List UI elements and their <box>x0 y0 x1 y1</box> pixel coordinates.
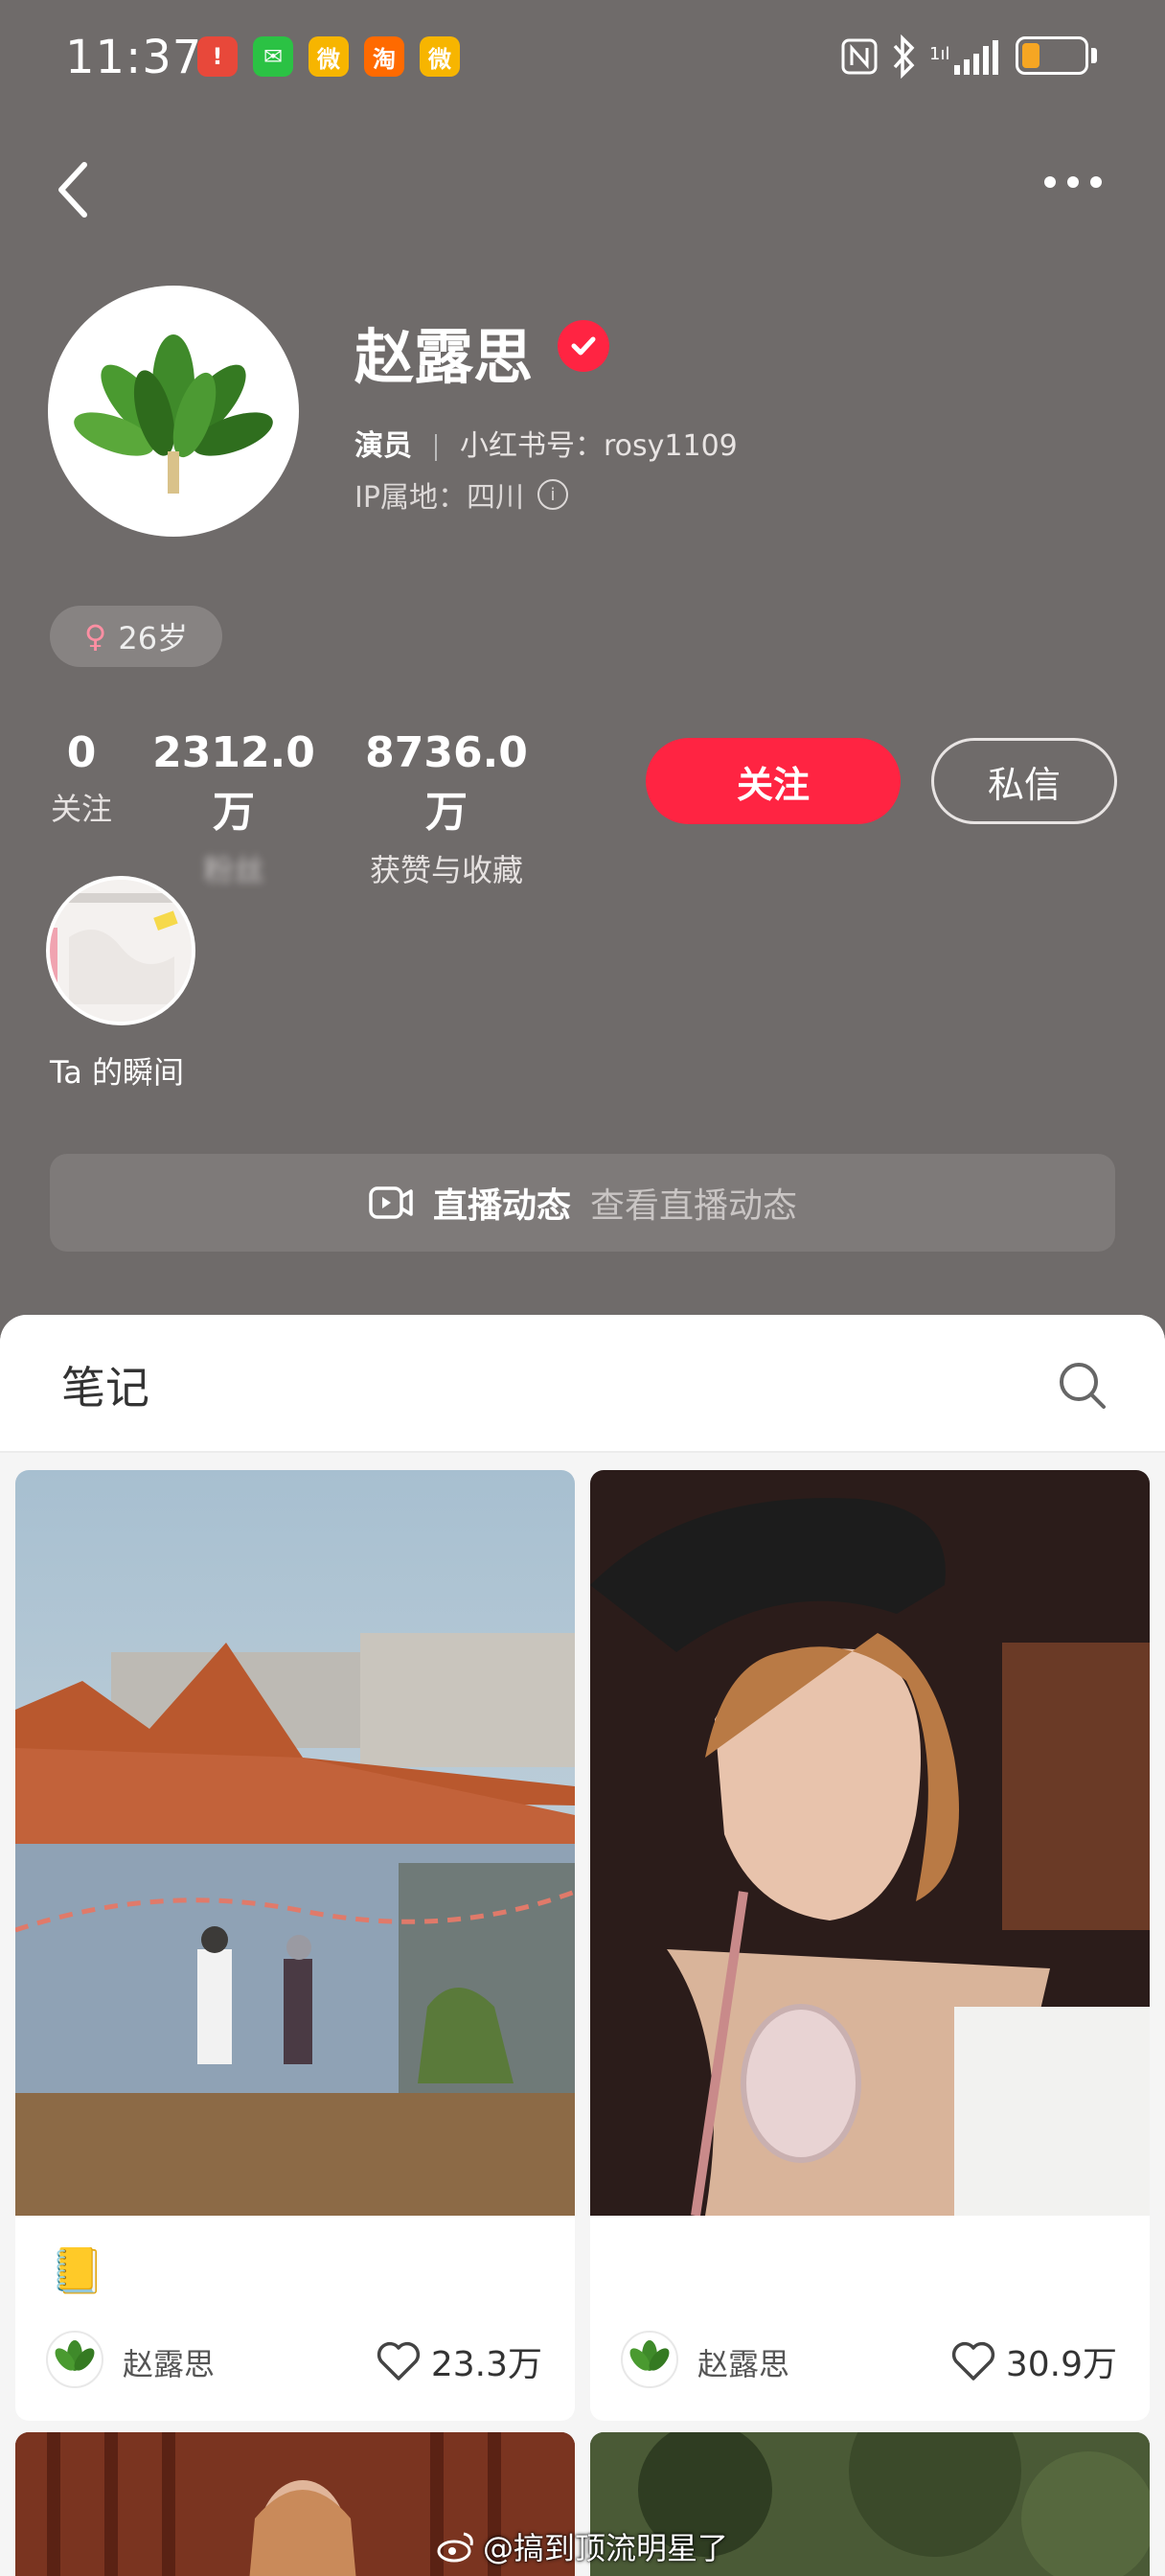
back-chevron-icon[interactable] <box>48 151 102 228</box>
stat-label: 粉丝 <box>202 852 264 888</box>
wechat-icon: ✉ <box>253 36 293 77</box>
status-time: 11:37 <box>65 31 203 84</box>
live-subtitle: 查看直播动态 <box>590 1186 798 1226</box>
status-bar: 11:37 ! ✉ 微 淘 微 1ıl <box>0 0 1165 115</box>
notes-tabbar: 笔记 <box>0 1315 1165 1453</box>
age-badge: ♀ 26岁 <box>50 606 222 667</box>
stat-label: 获赞与收藏 <box>369 852 523 888</box>
bluetooth-icon <box>893 34 915 79</box>
profile-role: 演员 <box>354 429 412 463</box>
follow-button[interactable]: 关注 <box>646 738 901 824</box>
stat-followers[interactable]: 2312.0万 粉丝 <box>140 728 328 890</box>
weibo-icon: 微 <box>420 36 460 77</box>
taobao-icon: 淘 <box>364 36 404 77</box>
stat-following[interactable]: 0 关注 <box>38 728 125 829</box>
live-camera-icon <box>369 1186 413 1219</box>
avatar[interactable] <box>48 286 299 537</box>
note-image[interactable] <box>590 1470 1150 2216</box>
more-dots-icon[interactable] <box>1044 163 1121 201</box>
watermark: @搞到顶流明星了 <box>437 2524 728 2568</box>
age-label: 26岁 <box>118 620 189 656</box>
signal-label: 1ıl <box>929 44 950 64</box>
moment-label: Ta 的瞬间 <box>50 1054 185 1091</box>
author-avatar[interactable] <box>46 2331 103 2388</box>
search-icon[interactable] <box>1054 1357 1111 1414</box>
like-count: 23.3万 <box>430 2345 542 2384</box>
author-name[interactable]: 赵露思 <box>123 2340 215 2384</box>
stat-value: 8736.0万 <box>365 728 528 837</box>
weibo-icon: 微 <box>308 36 349 77</box>
note-emoji: 🐱 <box>625 2244 671 2296</box>
profile-id: 小红书号：rosy1109 <box>460 429 738 463</box>
live-banner[interactable]: 直播动态 查看直播动态 <box>50 1154 1115 1252</box>
verified-badge-icon <box>558 320 609 372</box>
like-button[interactable]: 30.9万 <box>950 2336 1117 2386</box>
stat-label: 关注 <box>50 791 112 827</box>
ip-location: IP属地：四川 i <box>354 473 568 516</box>
divider <box>435 433 437 461</box>
profile-name: 赵露思 <box>354 322 534 392</box>
nfc-icon <box>841 38 878 75</box>
note-card[interactable]: 🐱 赵露思 30.9万 <box>590 1470 1150 2421</box>
stat-value: 0 <box>66 728 97 777</box>
weibo-logo-icon <box>437 2532 473 2563</box>
watermark-text: @搞到顶流明星了 <box>483 2530 729 2566</box>
stat-value: 2312.0万 <box>152 728 315 837</box>
battery-cap <box>1091 48 1097 63</box>
heart-icon <box>377 2341 420 2380</box>
battery-icon <box>1016 36 1088 75</box>
signal-icon <box>954 40 998 75</box>
like-count: 30.9万 <box>1005 2345 1117 2384</box>
message-button[interactable]: 私信 <box>931 738 1117 824</box>
heart-icon <box>951 2341 994 2380</box>
tab-notes[interactable]: 笔记 <box>61 1353 149 1416</box>
note-image[interactable] <box>15 1470 575 2216</box>
note-emoji: 📒 <box>50 2244 105 2296</box>
info-icon[interactable]: i <box>537 479 568 510</box>
stat-likes[interactable]: 8736.0万 获赞与收藏 <box>347 728 546 890</box>
live-title: 直播动态 <box>432 1186 571 1226</box>
note-card[interactable]: 📒 赵露思 23.3万 <box>15 1470 575 2421</box>
moment-thumbnail[interactable] <box>46 876 195 1025</box>
author-name[interactable]: 赵露思 <box>697 2340 789 2384</box>
profile-subline: 演员 小红书号：rosy1109 <box>354 422 738 464</box>
author-avatar[interactable] <box>621 2331 678 2388</box>
ip-label: IP属地：四川 <box>354 481 524 515</box>
leaf-bouquet-icon <box>74 334 273 494</box>
like-button[interactable]: 23.3万 <box>376 2336 542 2386</box>
notification-red-icon: ! <box>197 36 238 77</box>
female-icon: ♀ <box>83 618 107 655</box>
notes-sheet: 笔记 📒 赵露思 23.3万 🐱 赵露思 30.9万 <box>0 1315 1165 2576</box>
